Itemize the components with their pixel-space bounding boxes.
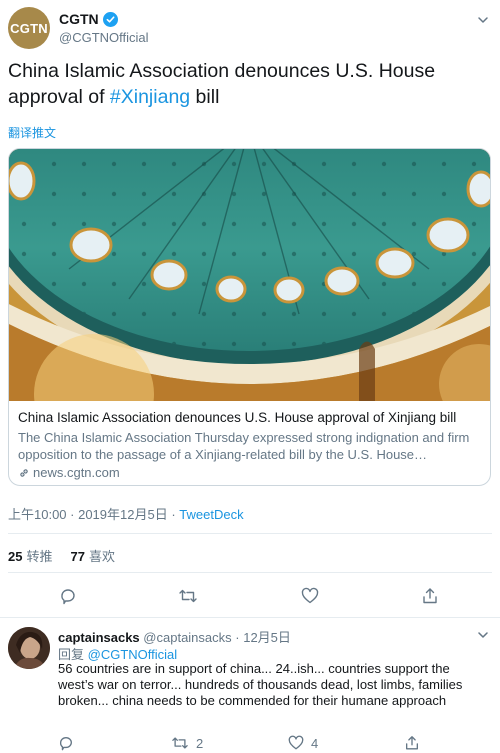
avatar-text: CGTN <box>10 20 48 36</box>
retweet-stat[interactable]: 25 转推 <box>8 546 52 565</box>
translate-tweet-link[interactable]: 翻译推文 <box>8 124 56 141</box>
reply-author-handle[interactable]: @captainsacks <box>143 630 231 645</box>
retweets-label: 转推 <box>26 549 53 564</box>
card-domain: news.cgtn.com <box>33 465 120 480</box>
tweet-stats: 25 转推 77 喜欢 <box>8 546 115 565</box>
reply-text: 56 countries are in support of china... … <box>58 661 463 708</box>
reply-reply-button[interactable] <box>58 734 74 752</box>
link-card[interactable]: China Islamic Association denounces U.S.… <box>8 148 491 486</box>
tweet-header: CGTN CGTN @CGTNOfficial <box>8 7 492 51</box>
like-icon <box>288 735 304 750</box>
reply-like-button[interactable]: 4 <box>288 734 318 752</box>
divider <box>8 572 492 573</box>
reply-retweet-count: 2 <box>196 735 204 751</box>
tweet-text-part1: China Islamic Association denounces U.S.… <box>8 60 436 108</box>
link-icon <box>20 469 28 477</box>
meta-separator: · <box>167 507 180 522</box>
reply-icon <box>59 737 72 751</box>
author-handle[interactable]: @CGTNOfficial <box>59 30 149 45</box>
chevron-down-icon[interactable] <box>476 628 490 642</box>
reply-like-count: 4 <box>311 735 319 751</box>
share-icon <box>406 736 418 750</box>
tweet-timestamp[interactable]: 上午10:00 · 2019年12月5日 <box>8 507 168 522</box>
like-button[interactable] <box>299 585 321 607</box>
retweet-button[interactable] <box>177 585 199 607</box>
reply-action-bar: 2 4 <box>58 734 484 752</box>
reply-to-handle[interactable]: @CGTNOfficial <box>88 647 178 662</box>
reply-author-name[interactable]: captainsacks <box>58 630 140 645</box>
retweet-icon <box>179 589 197 603</box>
share-icon <box>423 588 437 604</box>
tweet-timestamp-row: 上午10:00 · 2019年12月5日 · TweetDeck <box>8 504 244 523</box>
author-display-name[interactable]: CGTN <box>59 11 99 27</box>
reply-button[interactable] <box>57 585 79 607</box>
author-name-row: CGTN <box>59 11 118 27</box>
reply-retweet-button[interactable]: 2 <box>171 734 203 752</box>
likes-count: 77 <box>70 549 85 564</box>
card-title: China Islamic Association denounces U.S.… <box>18 410 457 425</box>
likes-label: 喜欢 <box>88 549 115 564</box>
retweets-count: 25 <box>8 549 23 564</box>
retweet-icon <box>172 737 188 749</box>
reply-avatar[interactable] <box>8 627 50 669</box>
card-body: China Islamic Association denounces U.S.… <box>18 409 483 482</box>
mosque-dome-image <box>9 149 490 401</box>
like-stat[interactable]: 77 喜欢 <box>70 546 114 565</box>
share-button[interactable] <box>419 585 441 607</box>
chevron-down-icon[interactable] <box>476 13 490 27</box>
reply-share-button[interactable] <box>404 734 420 752</box>
card-description: The China Islamic Association Thursday e… <box>18 430 470 462</box>
hashtag-link[interactable]: #Xinjiang <box>110 86 190 108</box>
reply-avatar-image <box>8 627 50 669</box>
reply-date[interactable]: · 12月5日 <box>235 630 291 645</box>
divider <box>0 617 500 618</box>
tweet-client[interactable]: TweetDeck <box>179 507 243 522</box>
reply-tweet[interactable]: captainsacks @captainsacks · 12月5日 回复 @C… <box>8 624 492 753</box>
tweet-text-part2: bill <box>190 86 220 108</box>
card-domain-row: news.cgtn.com <box>18 464 483 482</box>
tweet-action-bar <box>8 585 492 607</box>
like-icon <box>301 587 319 604</box>
author-avatar[interactable]: CGTN <box>8 7 50 49</box>
reply-prefix: 回复 <box>58 647 88 662</box>
divider <box>8 533 492 534</box>
verified-badge-icon <box>102 11 118 27</box>
tweet-text: China Islamic Association denounces U.S.… <box>8 58 492 110</box>
reply-icon <box>61 589 75 605</box>
